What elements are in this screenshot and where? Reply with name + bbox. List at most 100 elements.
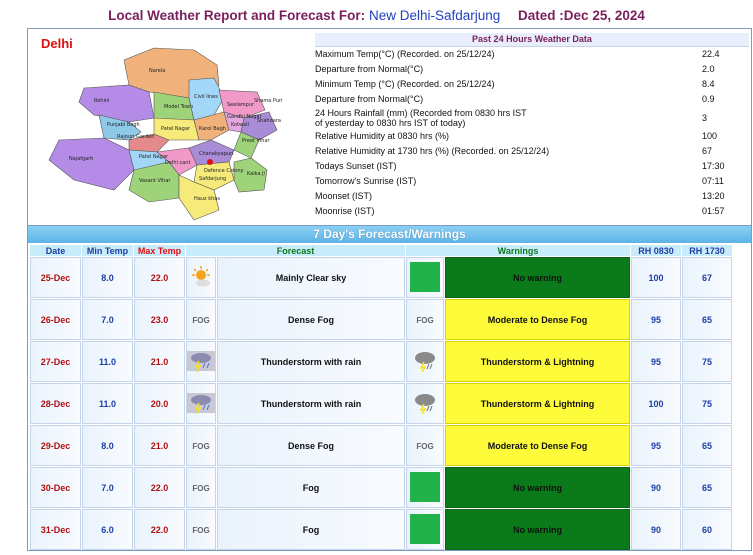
col-rh-0830: RH 0830 [631, 245, 681, 256]
district-najafgarh [48, 137, 135, 191]
forecast-max-temp: 20.0 [134, 383, 185, 424]
forecast-date: 29-Dec [30, 425, 81, 466]
past-value: 100 [702, 131, 718, 142]
forecast-grid: Date Min Temp Max Temp Forecast Warnings… [29, 244, 733, 551]
forecast-icon-cell [186, 257, 216, 298]
past-value: 67 [702, 146, 713, 157]
past-row: Departure from Normal(°C) 0.9 [313, 92, 749, 107]
past-label: Todays Sunset (IST) [315, 161, 397, 172]
past-value: 3 [702, 112, 708, 123]
label-gandhi-nagar: Gandhi Nagar [227, 114, 262, 120]
past-label: Maximum Temp(°C) (Recorded. on 25/12/24) [315, 49, 495, 60]
past-value: 13:20 [702, 191, 725, 202]
past-row: Todays Sunset (IST) 17:30 [313, 159, 749, 174]
fog-icon: FOG [192, 315, 210, 325]
forecast-rh-0830: 95 [631, 299, 681, 340]
storm-cloud-icon [415, 351, 435, 372]
warning-text: Thunderstorm & Lightning [445, 341, 630, 382]
forecast-rh-0830: 95 [631, 425, 681, 466]
report-date: Dated :Dec 25, 2024 [518, 8, 645, 23]
past-row: Minimum Temp (°C) (Recorded. on 25/12/24… [313, 77, 749, 92]
col-forecast: Forecast [186, 245, 405, 256]
top-panel: Narela Rohini Civil lines Model Town See… [27, 28, 752, 226]
past-label-cont: of yesterday to 0830 hrs IST of today) [315, 118, 466, 128]
forecast-rh-1730: 65 [682, 425, 732, 466]
label-narela: Narela [149, 68, 165, 74]
forecast-text: Dense Fog [217, 299, 405, 340]
warning-text: Moderate to Dense Fog [445, 425, 630, 466]
label-model-town: Model Town [164, 104, 193, 110]
past-row: Maximum Temp(°C) (Recorded. on 25/12/24)… [313, 47, 749, 62]
thunderstorm-icon [187, 392, 215, 414]
forecast-row: 26-Dec 7.0 23.0 FOG Dense Fog FOG Moderate to … [30, 299, 732, 340]
forecast-min-temp: 11.0 [82, 383, 133, 424]
forecast-min-temp: 7.0 [82, 299, 133, 340]
forecast-row: 27-Dec 11.0 21.0 Thunderstorm with rain Thun… [30, 341, 732, 382]
forecast-date: 28-Dec [30, 383, 81, 424]
label-delhi-cant: Delhi cant [165, 160, 190, 166]
forecast-rh-0830: 90 [631, 509, 681, 550]
past-row: Relative Humidity at 1730 hrs (%) (Recor… [313, 144, 749, 159]
past-24h-panel: Past 24 Hours Weather Data Maximum Temp(… [313, 33, 749, 219]
district-rohini [78, 84, 155, 123]
col-rh-1730: RH 1730 [682, 245, 732, 256]
warning-icon-cell: FOG [406, 425, 444, 466]
forecast-date: 26-Dec [30, 299, 81, 340]
label-punjabi-bagh: Punjabi Bagh [107, 122, 140, 128]
forecast-icon-cell [186, 341, 216, 382]
forecast-rh-0830: 100 [631, 383, 681, 424]
fog-icon: FOG [192, 525, 210, 535]
green-square-icon [410, 261, 440, 292]
title-prefix: Local Weather Report and Forecast For: [108, 8, 366, 23]
location-name[interactable]: New Delhi-Safdarjung [369, 8, 500, 23]
forecast-max-temp: 21.0 [134, 425, 185, 466]
fog-icon: FOG [416, 315, 434, 325]
thunderstorm-icon [187, 350, 215, 372]
fog-icon: FOG [192, 483, 210, 493]
fog-icon: FOG [192, 441, 210, 451]
past-row: Departure from Normal(°C) 2.0 [313, 62, 749, 77]
green-square-icon [410, 513, 440, 544]
label-kalkaji: Kalka ji [247, 171, 265, 177]
label-civil-lines: Civil lines [194, 94, 218, 100]
page-title: Local Weather Report and Forecast For: N… [0, 8, 753, 23]
label-rohini: Rohini [94, 98, 109, 104]
forecast-rh-0830: 95 [631, 341, 681, 382]
forecast-rh-1730: 65 [682, 467, 732, 508]
past-24h-table: Maximum Temp(°C) (Recorded. on 25/12/24)… [313, 47, 749, 219]
past-row: Moonrise (IST) 01:57 [313, 204, 749, 219]
forecast-body: 25-Dec 8.0 22.0 Mainly Clear sky No warning 1… [30, 257, 732, 550]
forecast-icon-cell: FOG [186, 425, 216, 466]
forecast-icon-cell: FOG [186, 509, 216, 550]
forecast-rh-1730: 75 [682, 341, 732, 382]
forecast-min-temp: 7.0 [82, 467, 133, 508]
label-hauz-khas: Hauz khas [194, 196, 220, 202]
warning-text: No warning [445, 257, 630, 298]
forecast-min-temp: 6.0 [82, 509, 133, 550]
label-karol-bagh: Karol Bagh [199, 126, 226, 132]
past-label-multiline: 24 Hours Rainfall (mm) (Recorded from 08… [313, 107, 700, 129]
past-label: 24 Hours Rainfall (mm) (Recorded from 08… [315, 107, 527, 118]
forecast-row: 30-Dec 7.0 22.0 FOG Fog No warning 90 65 [30, 467, 732, 508]
warning-icon-cell [406, 257, 444, 298]
label-shama-puri: Shama Puri [254, 98, 282, 104]
label-kotwali: Kotwali [231, 122, 249, 128]
forecast-icon-cell: FOG [186, 299, 216, 340]
past-row: Tomorrow's Sunrise (IST) 07:11 [313, 174, 749, 189]
warning-icon-cell: FOG [406, 299, 444, 340]
forecast-date: 31-Dec [30, 509, 81, 550]
label-najafgarh: Najafgarh [69, 156, 93, 162]
past-value: 8.4 [702, 79, 715, 90]
warning-text: No warning [445, 467, 630, 508]
forecast-row: 25-Dec 8.0 22.0 Mainly Clear sky No warning 1… [30, 257, 732, 298]
warning-text: Thunderstorm & Lightning [445, 383, 630, 424]
label-rajouri-garden: Rajouri Garden [117, 134, 154, 140]
forecast-text: Dense Fog [217, 425, 405, 466]
forecast-max-temp: 23.0 [134, 299, 185, 340]
forecast-max-temp: 22.0 [134, 467, 185, 508]
warning-icon-cell [406, 383, 444, 424]
safdarjung-marker [207, 159, 213, 165]
forecast-max-temp: 21.0 [134, 341, 185, 382]
warning-text: No warning [445, 509, 630, 550]
col-min-temp: Min Temp [82, 245, 133, 256]
